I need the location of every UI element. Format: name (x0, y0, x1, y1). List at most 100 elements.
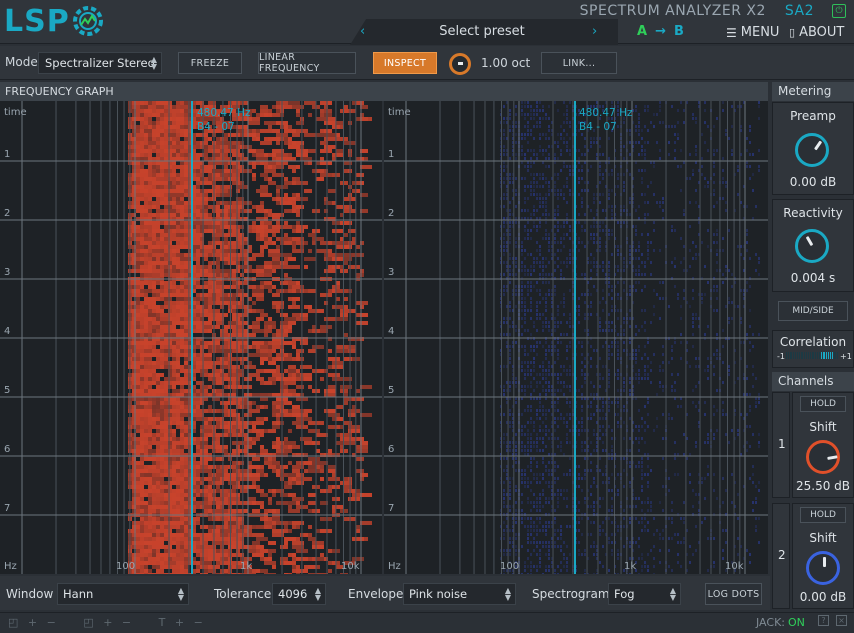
power-icon[interactable]: ⏻ (832, 4, 846, 18)
spectrogram-cell (566, 261, 568, 264)
spectrogram-cell (641, 253, 643, 256)
spectrogram-cell (536, 101, 538, 104)
spectrogram-canvas[interactable]: time1234567Hz 100 1k 10ktime1234567Hz 100 1k 1… (0, 101, 768, 574)
logo-text: LSP (4, 3, 70, 39)
spectrogram-cell (136, 381, 140, 385)
link-button[interactable]: LINK... (541, 52, 617, 74)
spectrogram-cell (674, 257, 676, 260)
spectrogram-cell (280, 321, 288, 325)
spectrogram-cell (292, 177, 296, 181)
spectrogram-cell (200, 321, 212, 325)
preset-prev-button[interactable]: ‹ (360, 24, 365, 39)
spectrogram-cell (312, 461, 324, 465)
spectrogram-cell (160, 297, 164, 301)
spectrogram-cell (336, 405, 344, 409)
spectrogram-cell (232, 477, 236, 481)
preset-selector[interactable]: Select preset (400, 24, 564, 39)
spectrogram-cell (328, 121, 332, 125)
spectrogram-cell (284, 221, 288, 225)
spectrogram-cell (548, 261, 550, 264)
spectrogram-cell (356, 189, 360, 193)
spectrogram-cell (701, 241, 703, 244)
spectrogram-cell (220, 329, 228, 333)
spectrogram-cell (593, 193, 595, 196)
spectrogram-cell (244, 413, 248, 417)
spectrogram-cell (336, 281, 340, 285)
menu-button[interactable]: ☰ MENU (726, 25, 779, 40)
spectrogram-cell (704, 293, 706, 296)
spectrogram-cell (316, 465, 324, 469)
spectrogram-cell (324, 109, 332, 113)
freeze-button[interactable]: FREEZE (178, 52, 242, 74)
spectrogram-cell (176, 101, 180, 105)
spectrogram-cell (164, 141, 168, 145)
spectrogram-cell (509, 237, 511, 240)
spectrogram-cell (248, 497, 256, 501)
spectrogram-cell (276, 405, 284, 409)
spectrogram-cell (704, 141, 706, 144)
spectrogram-cell (152, 233, 156, 237)
spectrogram-cell (292, 201, 296, 205)
spectrogram-cell (240, 249, 248, 253)
spectrogram-cell (548, 117, 550, 120)
spectrogram-cell (515, 125, 517, 128)
ab-a-label[interactable]: A (637, 24, 647, 39)
spectrogram-cell (578, 241, 580, 244)
spectrogram-cell (176, 221, 180, 225)
spectrogram-cell (156, 397, 160, 401)
spectrogram-cell (288, 505, 292, 509)
spectrogram-cell (276, 101, 280, 105)
spectrogram-cell (524, 157, 526, 160)
spectrogram-cell (180, 181, 184, 185)
spectrogram-cell (200, 573, 208, 574)
spectrogram-cell (272, 233, 276, 237)
spectrogram-cell (332, 361, 344, 365)
spectrogram-cell (196, 569, 200, 573)
spectrogram-cell (144, 273, 148, 277)
spectrogram-cell (208, 145, 212, 149)
mode-select[interactable]: Spectralizer Stereo ▲ ▼ (38, 52, 162, 74)
spectrogram-cell (539, 317, 541, 320)
linear-frequency-button[interactable]: LINEAR FREQUENCY (258, 52, 356, 74)
spectrogram-cell (674, 133, 676, 136)
spectrogram-cell (148, 125, 152, 129)
inspect-button[interactable]: INSPECT (373, 52, 437, 74)
spectrogram-cell (184, 425, 188, 429)
spectrogram-cell (296, 177, 300, 181)
book-icon: ▯ (789, 26, 796, 39)
about-button[interactable]: ▯ ABOUT (789, 25, 844, 40)
spectrogram-cell (264, 169, 276, 173)
spectrogram-cell (557, 309, 559, 312)
spectrogram-cell (554, 153, 556, 156)
spectrogram-cell (248, 249, 252, 253)
spectrogram-cell (308, 461, 312, 465)
spectrogram-cell (749, 309, 751, 312)
spectrogram-cell (220, 449, 228, 453)
spectrogram-cell (252, 545, 256, 549)
spectrogram-cell (156, 257, 160, 261)
spectrogram-cell (248, 393, 260, 397)
ab-b-label[interactable]: B (674, 24, 684, 39)
spectrogram-cell (557, 325, 559, 328)
spectrogram-cell (164, 181, 168, 185)
spectrogram-cell (268, 549, 276, 553)
spectrogram-cell (280, 261, 288, 265)
spectrogram-cell (659, 281, 661, 284)
preset-next-button[interactable]: › (592, 24, 597, 39)
spectrogram-cell (180, 549, 184, 553)
spectrogram-cell (515, 221, 517, 224)
spectrogram-cell (260, 149, 264, 153)
spectrogram-cell (340, 181, 348, 185)
spectrogram-cell (581, 205, 583, 208)
spectrogram-cell (240, 281, 248, 285)
ab-switch[interactable]: A → B (637, 24, 684, 39)
spectrogram-cell (180, 413, 188, 417)
frequency-graph[interactable]: time 1 2 3 4 5 6 7 Hz 100 1k 10k time 1 2 3 4 5 6 7 Hz 100 1k 1… (0, 101, 768, 574)
inspect-range-knob[interactable] (449, 53, 471, 75)
spectrogram-cell (308, 493, 316, 497)
spectrogram-cell (140, 313, 148, 317)
spectrogram-cell (611, 213, 613, 216)
spectrogram-cell (554, 325, 556, 328)
spectrogram-cell (244, 313, 248, 317)
spectrogram-cell (344, 333, 348, 337)
